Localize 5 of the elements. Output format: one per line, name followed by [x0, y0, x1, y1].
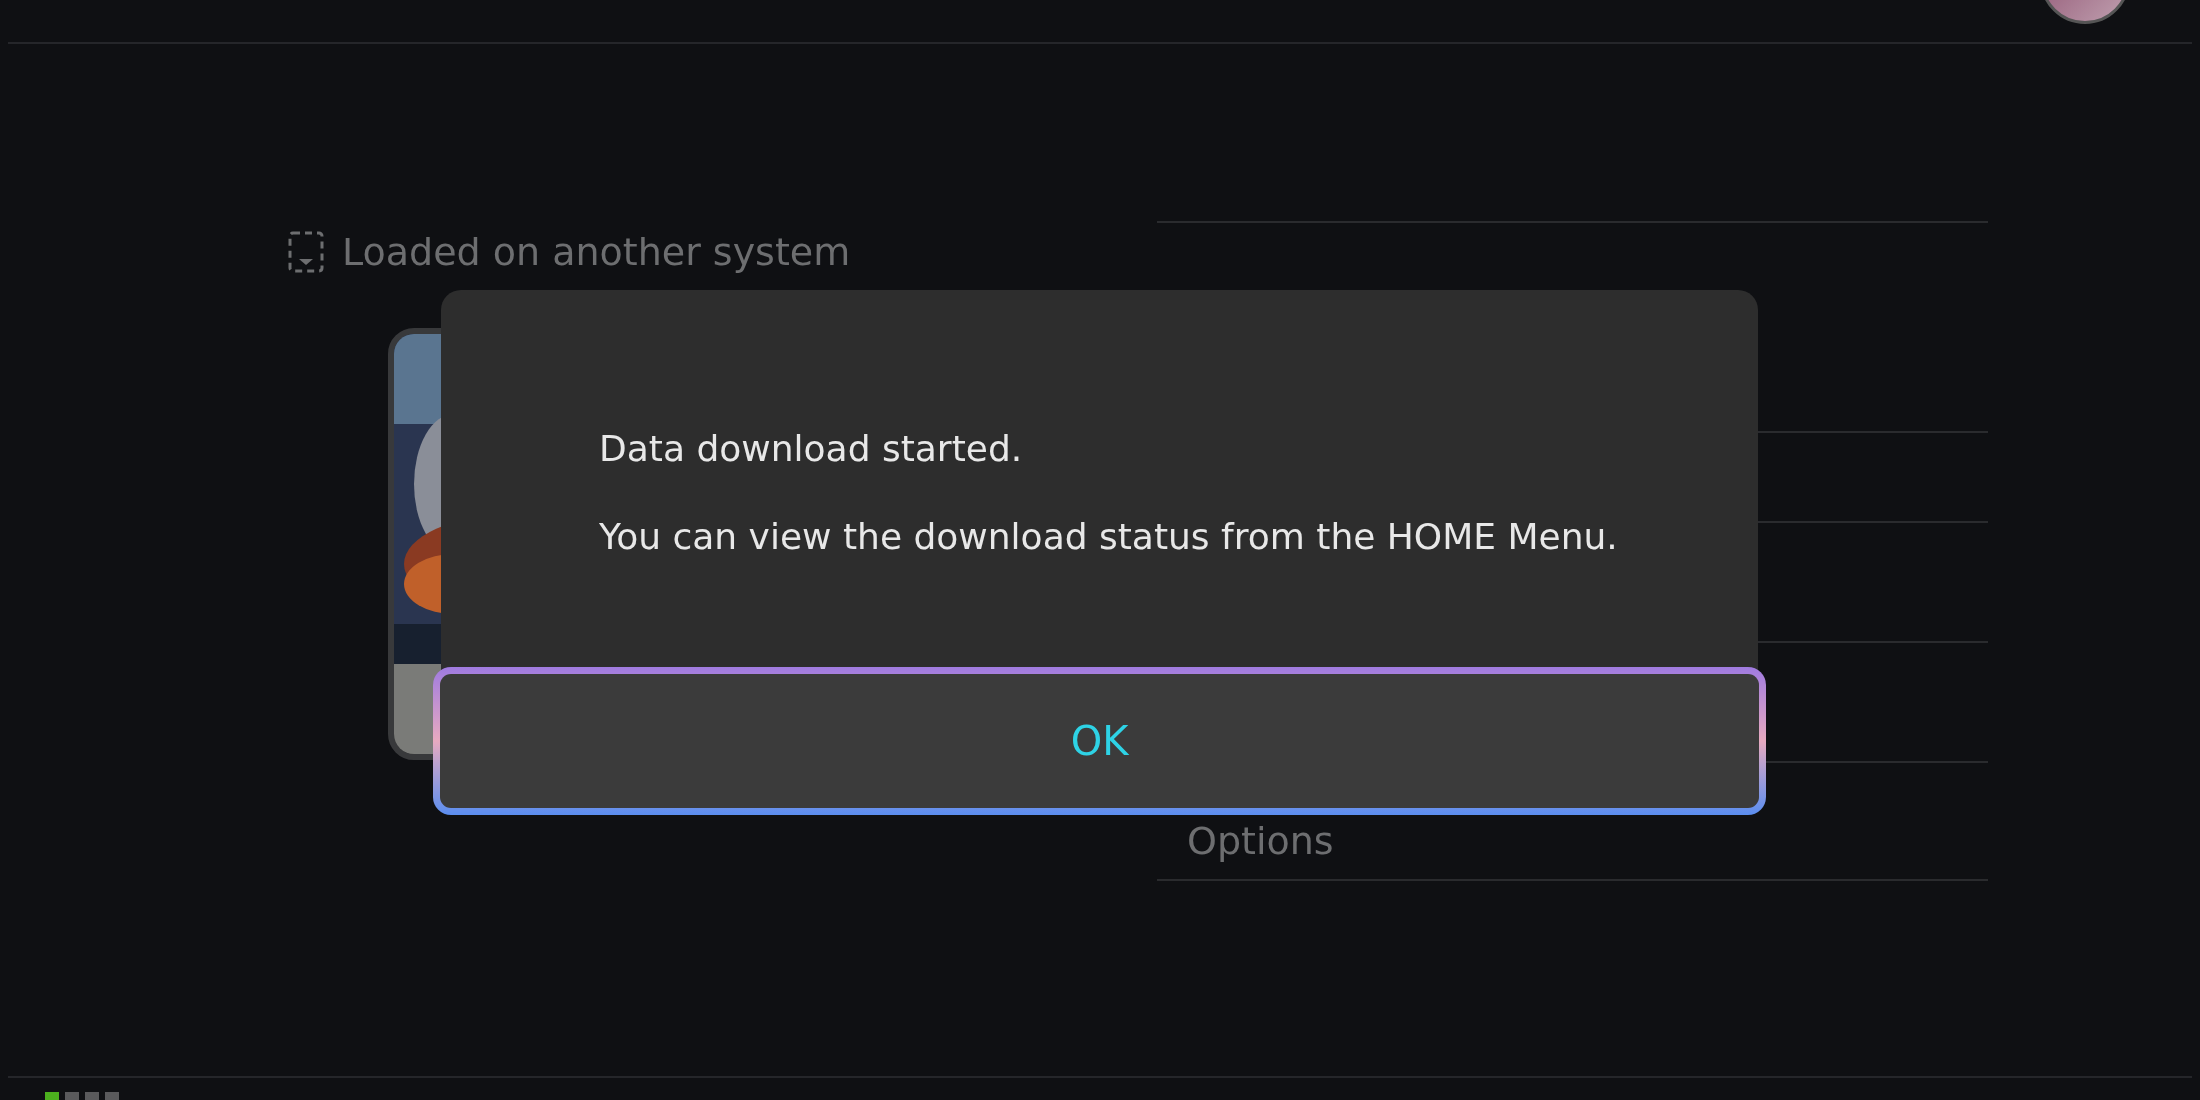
dialog-message: Data download started.	[599, 428, 1024, 470]
download-icon	[288, 231, 324, 273]
dialog-message: You can view the download status from the HOME Menu.	[599, 516, 1619, 558]
section-title: Loaded on another system	[342, 230, 851, 274]
menu-item[interactable]: Options	[1187, 819, 1334, 863]
